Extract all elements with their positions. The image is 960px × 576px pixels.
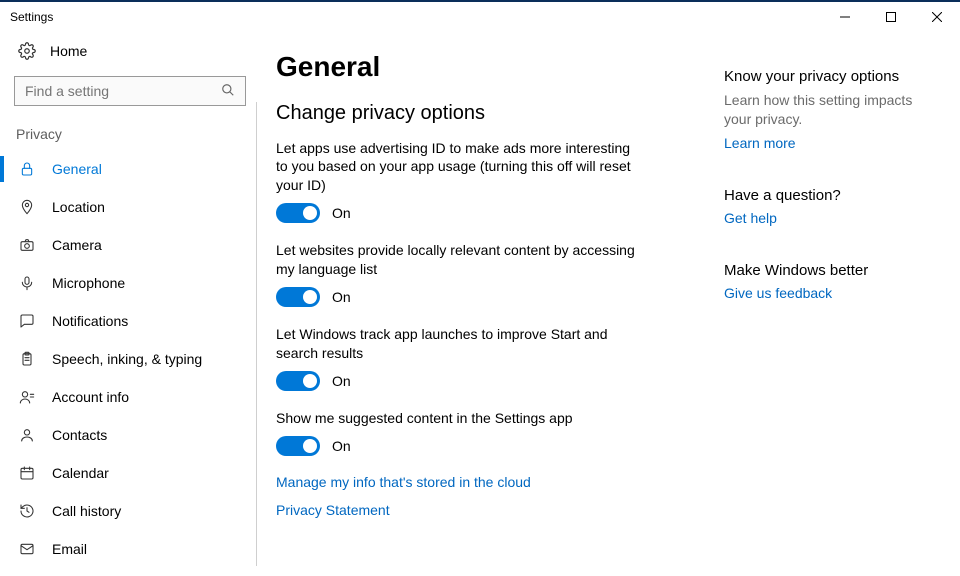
nav-item-label: Contacts bbox=[52, 427, 107, 443]
info-panel: Know your privacy options Learn how this … bbox=[700, 32, 960, 576]
setting-desc: Let Windows track app launches to improv… bbox=[276, 325, 636, 363]
nav-item-label: Call history bbox=[52, 503, 121, 519]
setting-2: Let Windows track app launches to improv… bbox=[276, 325, 676, 391]
nav-item-email[interactable]: Email bbox=[0, 530, 260, 568]
info-group-0: Know your privacy options Learn how this … bbox=[724, 68, 936, 151]
nav-item-label: Location bbox=[52, 199, 105, 215]
person-icon bbox=[18, 388, 36, 406]
main-content: General Change privacy options Let apps … bbox=[260, 32, 700, 576]
info-desc: Learn how this setting impacts your priv… bbox=[724, 91, 924, 129]
nav-item-call-history[interactable]: Call history bbox=[0, 492, 260, 530]
settings-window: Settings Home bbox=[0, 0, 960, 576]
mic-icon bbox=[18, 274, 36, 292]
nav-item-label: Speech, inking, & typing bbox=[52, 351, 202, 367]
nav-item-contacts[interactable]: Contacts bbox=[0, 416, 260, 454]
nav-item-label: Camera bbox=[52, 237, 102, 253]
nav-item-label: Microphone bbox=[52, 275, 125, 291]
info-link[interactable]: Learn more bbox=[724, 135, 936, 151]
nav-item-calendar[interactable]: Calendar bbox=[0, 454, 260, 492]
nav-item-location[interactable]: Location bbox=[0, 188, 260, 226]
gear-icon bbox=[18, 42, 36, 60]
toggle-state: On bbox=[332, 205, 351, 221]
calendar-icon bbox=[18, 464, 36, 482]
history-icon bbox=[18, 502, 36, 520]
window-title: Settings bbox=[10, 10, 53, 24]
mail-icon bbox=[18, 540, 36, 558]
sidebar: Home Privacy General Location Camera Microp… bbox=[0, 32, 260, 576]
toggle-state: On bbox=[332, 373, 351, 389]
clipboard-icon bbox=[18, 350, 36, 368]
search-icon bbox=[221, 83, 237, 99]
toggle-switch[interactable] bbox=[276, 287, 320, 307]
nav-item-label: Calendar bbox=[52, 465, 109, 481]
contacts-icon bbox=[18, 426, 36, 444]
home-button[interactable]: Home bbox=[0, 32, 260, 70]
link-1[interactable]: Privacy Statement bbox=[276, 502, 676, 518]
page-subtitle: Change privacy options bbox=[276, 102, 676, 125]
info-title: Know your privacy options bbox=[724, 68, 936, 85]
maximize-button[interactable] bbox=[868, 2, 914, 32]
setting-0: Let apps use advertising ID to make ads … bbox=[276, 139, 676, 224]
location-icon bbox=[18, 198, 36, 216]
minimize-button[interactable] bbox=[822, 2, 868, 32]
search-box[interactable] bbox=[14, 76, 246, 106]
nav-item-speech-inking-typing[interactable]: Speech, inking, & typing bbox=[0, 340, 260, 378]
setting-desc: Let apps use advertising ID to make ads … bbox=[276, 139, 636, 196]
setting-desc: Let websites provide locally relevant co… bbox=[276, 241, 636, 279]
setting-1: Let websites provide locally relevant co… bbox=[276, 241, 676, 307]
nav-item-notifications[interactable]: Notifications bbox=[0, 302, 260, 340]
nav-item-general[interactable]: General bbox=[0, 150, 260, 188]
toggle-switch[interactable] bbox=[276, 203, 320, 223]
info-group-1: Have a question? Get help bbox=[724, 187, 936, 226]
titlebar: Settings bbox=[0, 2, 960, 32]
setting-desc: Show me suggested content in the Setting… bbox=[276, 409, 636, 428]
info-link[interactable]: Get help bbox=[724, 210, 936, 226]
info-group-2: Make Windows better Give us feedback bbox=[724, 262, 936, 301]
lock-icon bbox=[18, 160, 36, 178]
toggle-switch[interactable] bbox=[276, 436, 320, 456]
page-title: General bbox=[276, 51, 676, 83]
close-button[interactable] bbox=[914, 2, 960, 32]
toggle-state: On bbox=[332, 289, 351, 305]
nav-item-microphone[interactable]: Microphone bbox=[0, 264, 260, 302]
toggle-state: On bbox=[332, 438, 351, 454]
info-title: Have a question? bbox=[724, 187, 936, 204]
chat-icon bbox=[18, 312, 36, 330]
nav-item-camera[interactable]: Camera bbox=[0, 226, 260, 264]
nav-item-label: Account info bbox=[52, 389, 129, 405]
nav-list: General Location Camera Microphone Notificat… bbox=[0, 150, 260, 568]
nav-item-account-info[interactable]: Account info bbox=[0, 378, 260, 416]
camera-icon bbox=[18, 236, 36, 254]
divider bbox=[256, 102, 257, 566]
nav-item-label: General bbox=[52, 161, 102, 177]
home-label: Home bbox=[50, 43, 87, 59]
nav-item-label: Notifications bbox=[52, 313, 128, 329]
info-link[interactable]: Give us feedback bbox=[724, 285, 936, 301]
toggle-switch[interactable] bbox=[276, 371, 320, 391]
link-0[interactable]: Manage my info that's stored in the clou… bbox=[276, 474, 676, 490]
nav-item-label: Email bbox=[52, 541, 87, 557]
info-title: Make Windows better bbox=[724, 262, 936, 279]
setting-3: Show me suggested content in the Setting… bbox=[276, 409, 676, 456]
search-input[interactable] bbox=[23, 82, 221, 100]
section-label: Privacy bbox=[0, 118, 260, 150]
